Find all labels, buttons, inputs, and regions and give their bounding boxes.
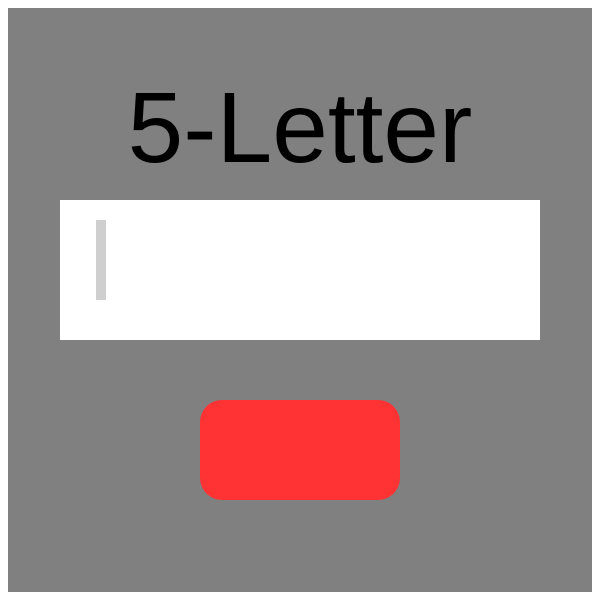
word-input[interactable] [60, 200, 540, 340]
text-caret [96, 220, 106, 300]
word-input-container[interactable] [60, 200, 540, 340]
submit-button[interactable] [200, 400, 400, 500]
app-panel: 5-Letter [8, 8, 592, 592]
page-title: 5-Letter [127, 72, 473, 184]
